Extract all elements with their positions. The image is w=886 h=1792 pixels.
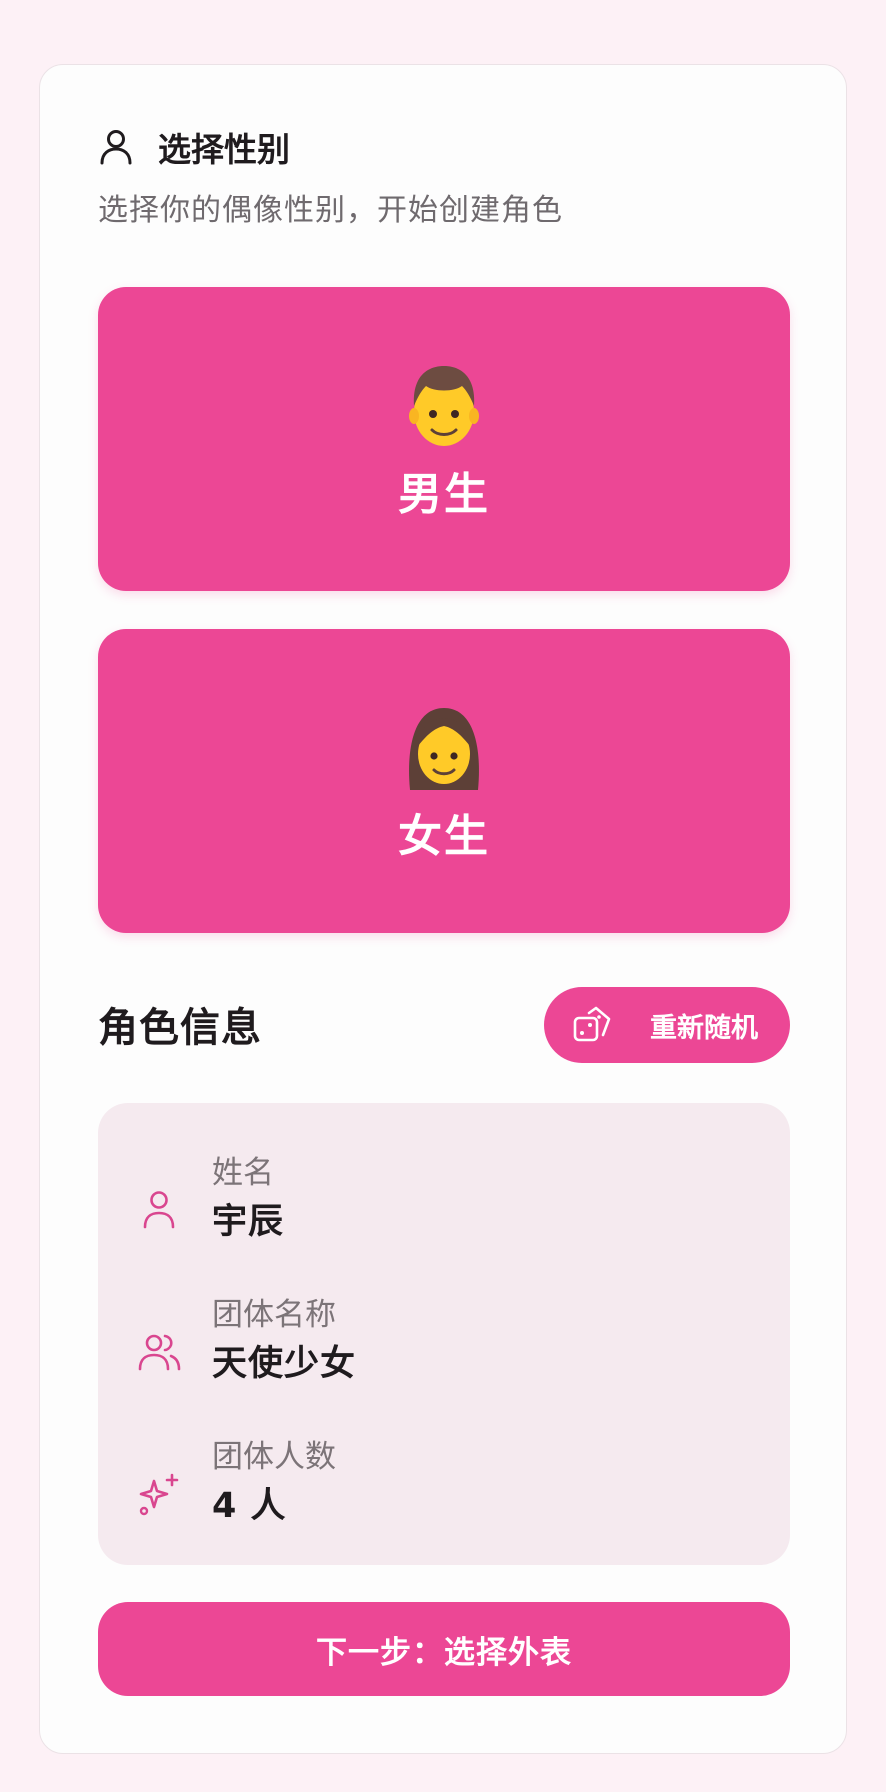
info-value-name: 宇辰 <box>212 1202 285 1242</box>
character-info-panel: 姓名 宇辰 团体名称 天使少女 团体人数 4 人 <box>98 1103 790 1565</box>
male-option-button[interactable]: 男生 <box>98 287 790 591</box>
info-label-group-name: 团体名称 <box>212 1297 336 1333</box>
woman-emoji-icon <box>396 698 492 794</box>
male-option-label: 男生 <box>398 469 490 520</box>
info-value-group-name: 天使少女 <box>212 1344 357 1384</box>
female-option-button[interactable]: 女生 <box>98 629 790 933</box>
person-icon <box>98 129 134 165</box>
info-value-group-size: 4 人 <box>212 1486 287 1526</box>
gender-selection-card: 选择性别 选择你的偶像性别，开始创建角色 男生 女生 角色信息 重新随机 姓名 … <box>39 64 847 1754</box>
next-step-label: 下一步：选择外表 <box>316 1634 572 1671</box>
person-icon <box>136 1187 182 1233</box>
reroll-button-label: 重新随机 <box>650 1012 758 1044</box>
sparkle-icon <box>136 1471 182 1517</box>
female-option-label: 女生 <box>398 811 490 862</box>
info-row-group-size: 团体人数 4 人 <box>98 1431 790 1541</box>
info-row-group-name: 团体名称 天使少女 <box>98 1289 790 1399</box>
info-row-name: 姓名 宇辰 <box>98 1147 790 1257</box>
character-info-title: 角色信息 <box>98 1005 262 1051</box>
group-icon <box>136 1329 182 1375</box>
next-step-button[interactable]: 下一步：选择外表 <box>98 1602 790 1696</box>
page-title: 选择性别 <box>158 130 290 169</box>
dice-icon <box>572 1005 612 1045</box>
man-emoji-icon <box>396 356 492 452</box>
info-label-name: 姓名 <box>212 1155 274 1191</box>
reroll-button[interactable]: 重新随机 <box>544 987 790 1063</box>
page-subtitle: 选择你的偶像性别，开始创建角色 <box>98 193 563 228</box>
info-label-group-size: 团体人数 <box>212 1439 336 1475</box>
card-header: 选择性别 <box>98 123 290 171</box>
